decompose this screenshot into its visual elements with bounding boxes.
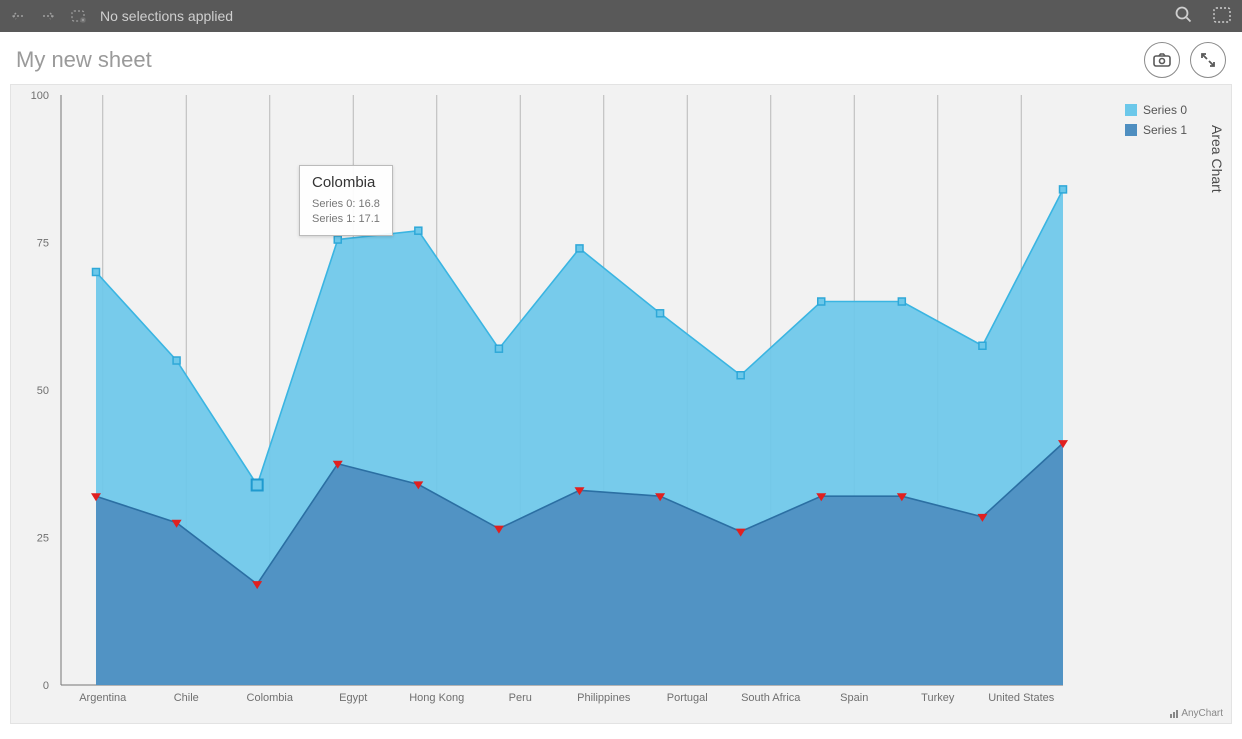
legend-item-series0[interactable]: Series 0 — [1125, 103, 1187, 117]
legend-label: Series 0 — [1143, 103, 1187, 117]
svg-text:Colombia: Colombia — [247, 692, 294, 704]
svg-text:Philippines: Philippines — [577, 692, 631, 704]
clear-selection-icon[interactable] — [70, 8, 88, 24]
svg-text:Turkey: Turkey — [921, 692, 955, 704]
svg-text:25: 25 — [37, 533, 49, 545]
back-selection-icon[interactable] — [10, 8, 28, 24]
selection-toolbar: No selections applied — [0, 0, 1242, 32]
chart-side-title: Area Chart — [1209, 125, 1225, 193]
selections-tool-icon[interactable] — [1212, 5, 1232, 28]
legend-swatch-icon — [1125, 124, 1137, 136]
svg-text:Egypt: Egypt — [339, 692, 367, 704]
forward-selection-icon[interactable] — [40, 8, 58, 24]
anychart-logo-icon — [1170, 710, 1178, 718]
search-icon[interactable] — [1174, 5, 1194, 28]
sheet-titlebar: My new sheet — [0, 32, 1242, 84]
fullscreen-button[interactable] — [1190, 42, 1226, 78]
snapshot-button[interactable] — [1144, 42, 1180, 78]
svg-text:100: 100 — [31, 90, 49, 102]
tooltip-title: Colombia — [312, 174, 380, 191]
chart-legend: Series 0 Series 1 — [1125, 103, 1187, 143]
svg-text:Argentina: Argentina — [79, 692, 127, 704]
svg-text:50: 50 — [37, 385, 49, 397]
selection-status-text: No selections applied — [100, 8, 233, 24]
svg-text:Spain: Spain — [840, 692, 868, 704]
chart-tooltip: Colombia Series 0: 16.8 Series 1: 17.1 — [299, 165, 393, 236]
svg-text:Chile: Chile — [174, 692, 199, 704]
svg-text:0: 0 — [43, 680, 49, 692]
chart-container: Area Chart Series 0 Series 1 0 25 50 75 100 A… — [10, 84, 1232, 724]
tooltip-line-b: Series 1: 17.1 — [312, 212, 380, 227]
tooltip-line-a: Series 0: 16.8 — [312, 197, 380, 212]
chart-credit: AnyChart — [1170, 708, 1223, 719]
svg-text:Hong Kong: Hong Kong — [409, 692, 464, 704]
sheet-title: My new sheet — [16, 47, 1134, 73]
svg-text:United States: United States — [988, 692, 1055, 704]
legend-item-series1[interactable]: Series 1 — [1125, 123, 1187, 137]
svg-text:South Africa: South Africa — [741, 692, 801, 704]
area-chart-svg[interactable]: 0 25 50 75 100 Argentina Chile Colombia Egypt Hon… — [11, 85, 1233, 725]
svg-text:75: 75 — [37, 238, 49, 250]
legend-label: Series 1 — [1143, 123, 1187, 137]
svg-text:Portugal: Portugal — [667, 692, 708, 704]
svg-text:Peru: Peru — [509, 692, 532, 704]
legend-swatch-icon — [1125, 104, 1137, 116]
